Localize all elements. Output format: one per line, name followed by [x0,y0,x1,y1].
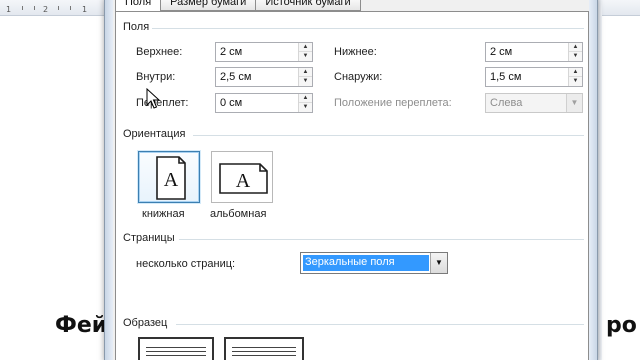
preview-text-line [232,355,296,356]
orientation-glyph: A [164,169,179,191]
gutter-position-label: Положение переплета: [334,97,452,109]
inside-margin-value[interactable]: 2,5 см [220,71,251,83]
ruler-tick: 1 [82,5,88,14]
bottom-margin-value[interactable]: 2 см [490,46,512,58]
portrait-page-icon: A [156,156,186,200]
gutter-value[interactable]: 0 см [220,97,242,109]
preview-text-line [146,351,206,352]
chevron-down-icon[interactable]: ▼ [566,94,582,112]
preview-left-page [138,337,214,360]
ruler-tick: 1 [6,5,12,14]
spinner-arrows[interactable]: ▲ ▼ [298,94,312,112]
ruler-mark [34,6,35,10]
bottom-margin-label: Нижнее: [334,46,377,58]
spin-up-icon[interactable]: ▲ [299,68,312,77]
spin-up-icon[interactable]: ▲ [299,94,312,103]
outside-margin-label: Снаружи: [334,71,383,83]
group-divider [176,324,584,325]
preview-group-title: Образец [123,317,168,329]
gutter-position-value: Слева [490,97,523,109]
multiple-pages-label: несколько страниц: [136,258,236,270]
landscape-orientation-button[interactable]: A [211,151,273,203]
preview-text-line [146,355,206,356]
preview-text-line [146,347,206,348]
preview-text-line [232,351,296,352]
inside-margin-label: Внутри: [136,71,176,83]
landscape-label[interactable]: альбомная [210,208,266,220]
dialog-tabs: Поля Размер бумаги Источник бумаги [115,0,361,13]
pages-group-title: Страницы [123,232,175,244]
spin-up-icon[interactable]: ▲ [569,68,582,77]
spin-down-icon[interactable]: ▼ [299,52,312,61]
inside-margin-spinner[interactable]: 2,5 см ▲ ▼ [215,67,313,87]
orientation-group-title: Ориентация [123,128,186,140]
bottom-margin-spinner[interactable]: 2 см ▲ ▼ [485,42,583,62]
outside-margin-spinner[interactable]: 1,5 см ▲ ▼ [485,67,583,87]
preview-right-page [224,337,304,360]
margins-tab-panel: Поля Верхнее: 2 см ▲ ▼ Нижнее: 2 см ▲ ▼ … [115,11,589,360]
dialog-frame-right [589,0,597,360]
spin-up-icon[interactable]: ▲ [299,43,312,52]
mouse-pointer-icon [146,88,160,109]
page-setup-dialog: Поля Размер бумаги Источник бумаги Поля … [104,0,598,360]
document-heading-start: Фей [55,313,108,338]
spinner-arrows[interactable]: ▲ ▼ [298,43,312,61]
spinner-arrows[interactable]: ▲ ▼ [298,68,312,86]
spin-down-icon[interactable]: ▼ [299,103,312,112]
document-heading-end: ро [606,313,637,338]
portrait-orientation-button[interactable]: A [138,151,200,203]
spin-down-icon[interactable]: ▼ [299,77,312,86]
gutter-label: Переплет: [136,97,189,109]
top-margin-spinner[interactable]: 2 см ▲ ▼ [215,42,313,62]
chevron-down-icon[interactable]: ▼ [430,253,447,273]
multiple-pages-select[interactable]: Зеркальные поля ▼ [300,252,448,274]
ruler-mark [58,6,59,10]
gutter-spinner[interactable]: 0 см ▲ ▼ [215,93,313,113]
spin-down-icon[interactable]: ▼ [569,52,582,61]
tab-paper-size[interactable]: Размер бумаги [160,0,257,11]
spin-up-icon[interactable]: ▲ [569,43,582,52]
spinner-arrows[interactable]: ▲ ▼ [568,68,582,86]
preview-text-line [232,347,296,348]
top-margin-label: Верхнее: [136,46,183,58]
orientation-glyph: A [236,170,251,192]
ruler-mark [22,6,23,10]
top-margin-value[interactable]: 2 см [220,46,242,58]
portrait-label[interactable]: книжная [142,208,185,220]
tab-paper-source[interactable]: Источник бумаги [255,0,361,11]
margins-group-title: Поля [123,21,150,33]
multiple-pages-value[interactable]: Зеркальные поля [303,255,429,271]
spinner-arrows[interactable]: ▲ ▼ [568,43,582,61]
group-divider [152,28,584,29]
landscape-page-icon: A [219,163,268,194]
gutter-position-select[interactable]: Слева ▼ [485,93,583,113]
group-divider [193,135,584,136]
dialog-frame-left [105,0,113,360]
ruler-mark [70,6,71,10]
outside-margin-value[interactable]: 1,5 см [490,71,521,83]
spin-down-icon[interactable]: ▼ [569,77,582,86]
ruler-tick: 2 [43,5,49,14]
group-divider [179,239,584,240]
